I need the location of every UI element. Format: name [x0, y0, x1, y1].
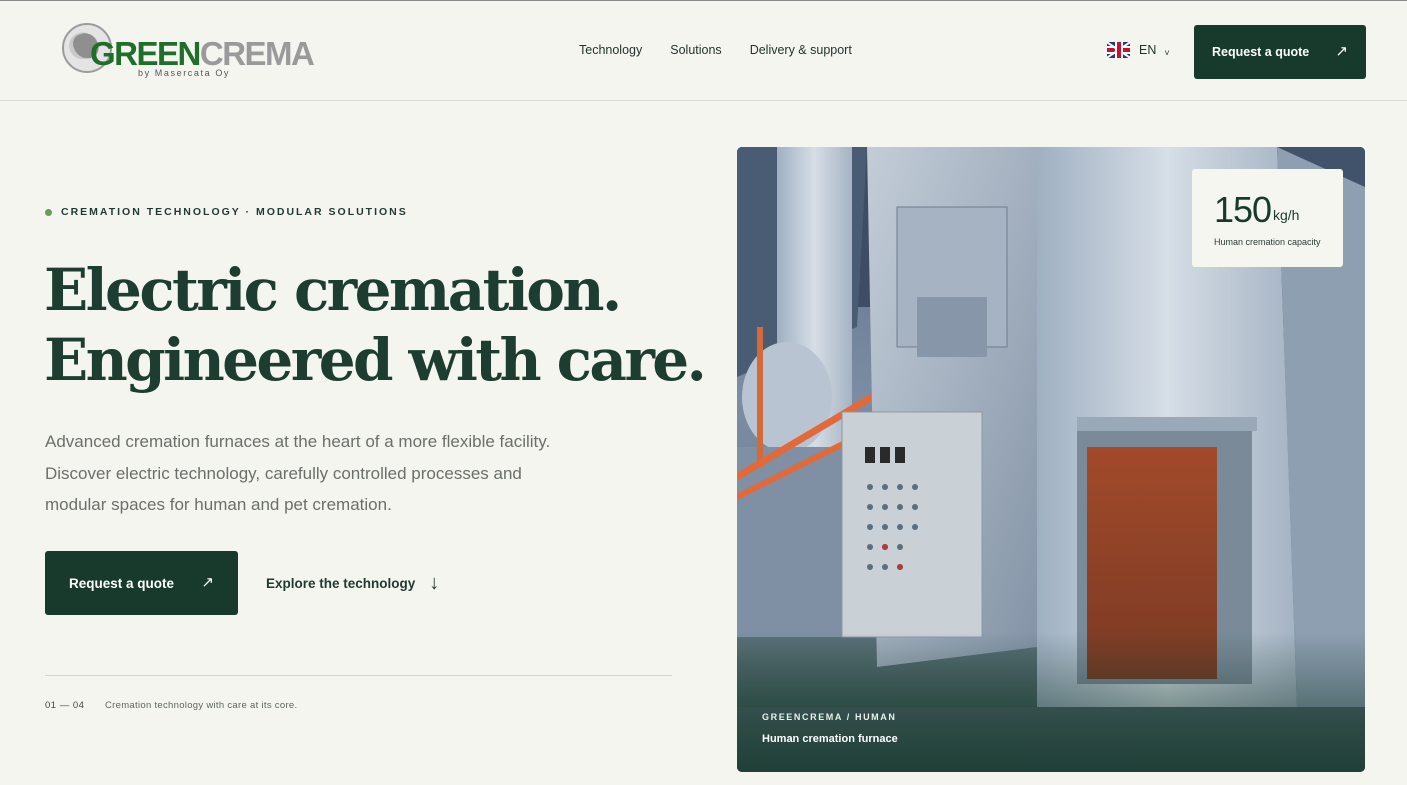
main-nav: Technology Solutions Delivery & support — [579, 43, 880, 57]
logo-wordmark: GREENCREMA — [90, 35, 315, 72]
hero-cta-label: Request a quote — [69, 575, 175, 591]
header-request-quote-button[interactable]: Request a quote ↗ — [1194, 25, 1366, 79]
image-eyebrow: GREENCREMA / HUMAN — [762, 712, 897, 722]
explore-technology-link[interactable]: Explore the technology ↓ — [266, 573, 439, 593]
headline-line-1: Electric cremation. — [44, 256, 622, 324]
capacity-label: Human cremation capacity — [1214, 237, 1321, 247]
nav-item-technology[interactable]: Technology — [579, 43, 642, 57]
hero-headline: Electric cremation. Engineered with care… — [44, 255, 724, 395]
hero-lead: Advanced cremation furnaces at the heart… — [45, 432, 551, 514]
chevron-down-icon: ˅ — [1164, 48, 1170, 58]
uk-flag-icon — [1107, 42, 1130, 58]
divider — [45, 675, 672, 676]
image-caption-overlay: GREENCREMA / HUMAN Human cremation furna… — [737, 632, 1365, 772]
arrow-down-icon: ↓ — [429, 572, 440, 594]
language-code: EN — [1139, 43, 1157, 57]
site-header: GREENCREMA by Masercata Oy Technology So… — [0, 1, 1407, 101]
nav-item-solutions[interactable]: Solutions — [670, 43, 721, 57]
hero-eyebrow: CREMATION TECHNOLOGY · MODULAR SOLUTIONS — [45, 206, 408, 218]
language-selector[interactable]: EN ˅ — [1107, 42, 1170, 58]
arrow-up-right-icon: ↗ — [201, 574, 214, 591]
header-cta-label: Request a quote — [1212, 45, 1310, 59]
greencrema-logo[interactable]: GREENCREMA by Masercata Oy — [62, 21, 315, 81]
explore-label: Explore the technology — [266, 575, 416, 591]
capacity-card: 150 kg/h Human cremation capacity — [1192, 169, 1343, 267]
slide-caption: Cremation technology with care at its co… — [105, 700, 298, 711]
hero-request-quote-button[interactable]: Request a quote ↗ — [45, 551, 238, 615]
furnace-image: 150 kg/h Human cremation capacity GREENC… — [737, 147, 1365, 772]
dot-icon — [45, 208, 52, 216]
headline-line-2: Engineered with care. — [44, 326, 707, 394]
capacity-unit: kg/h — [1273, 207, 1300, 223]
image-caption: Human cremation furnace — [762, 733, 898, 745]
slide-counter: 01 — 04 — [45, 700, 85, 711]
nav-item-delivery-support[interactable]: Delivery & support — [750, 43, 852, 57]
eyebrow-text: CREMATION TECHNOLOGY · MODULAR SOLUTIONS — [61, 206, 408, 218]
logo-subtitle: by Masercata Oy — [138, 68, 231, 78]
capacity-value: 150 — [1214, 189, 1272, 230]
arrow-up-right-icon: ↗ — [1335, 43, 1348, 60]
